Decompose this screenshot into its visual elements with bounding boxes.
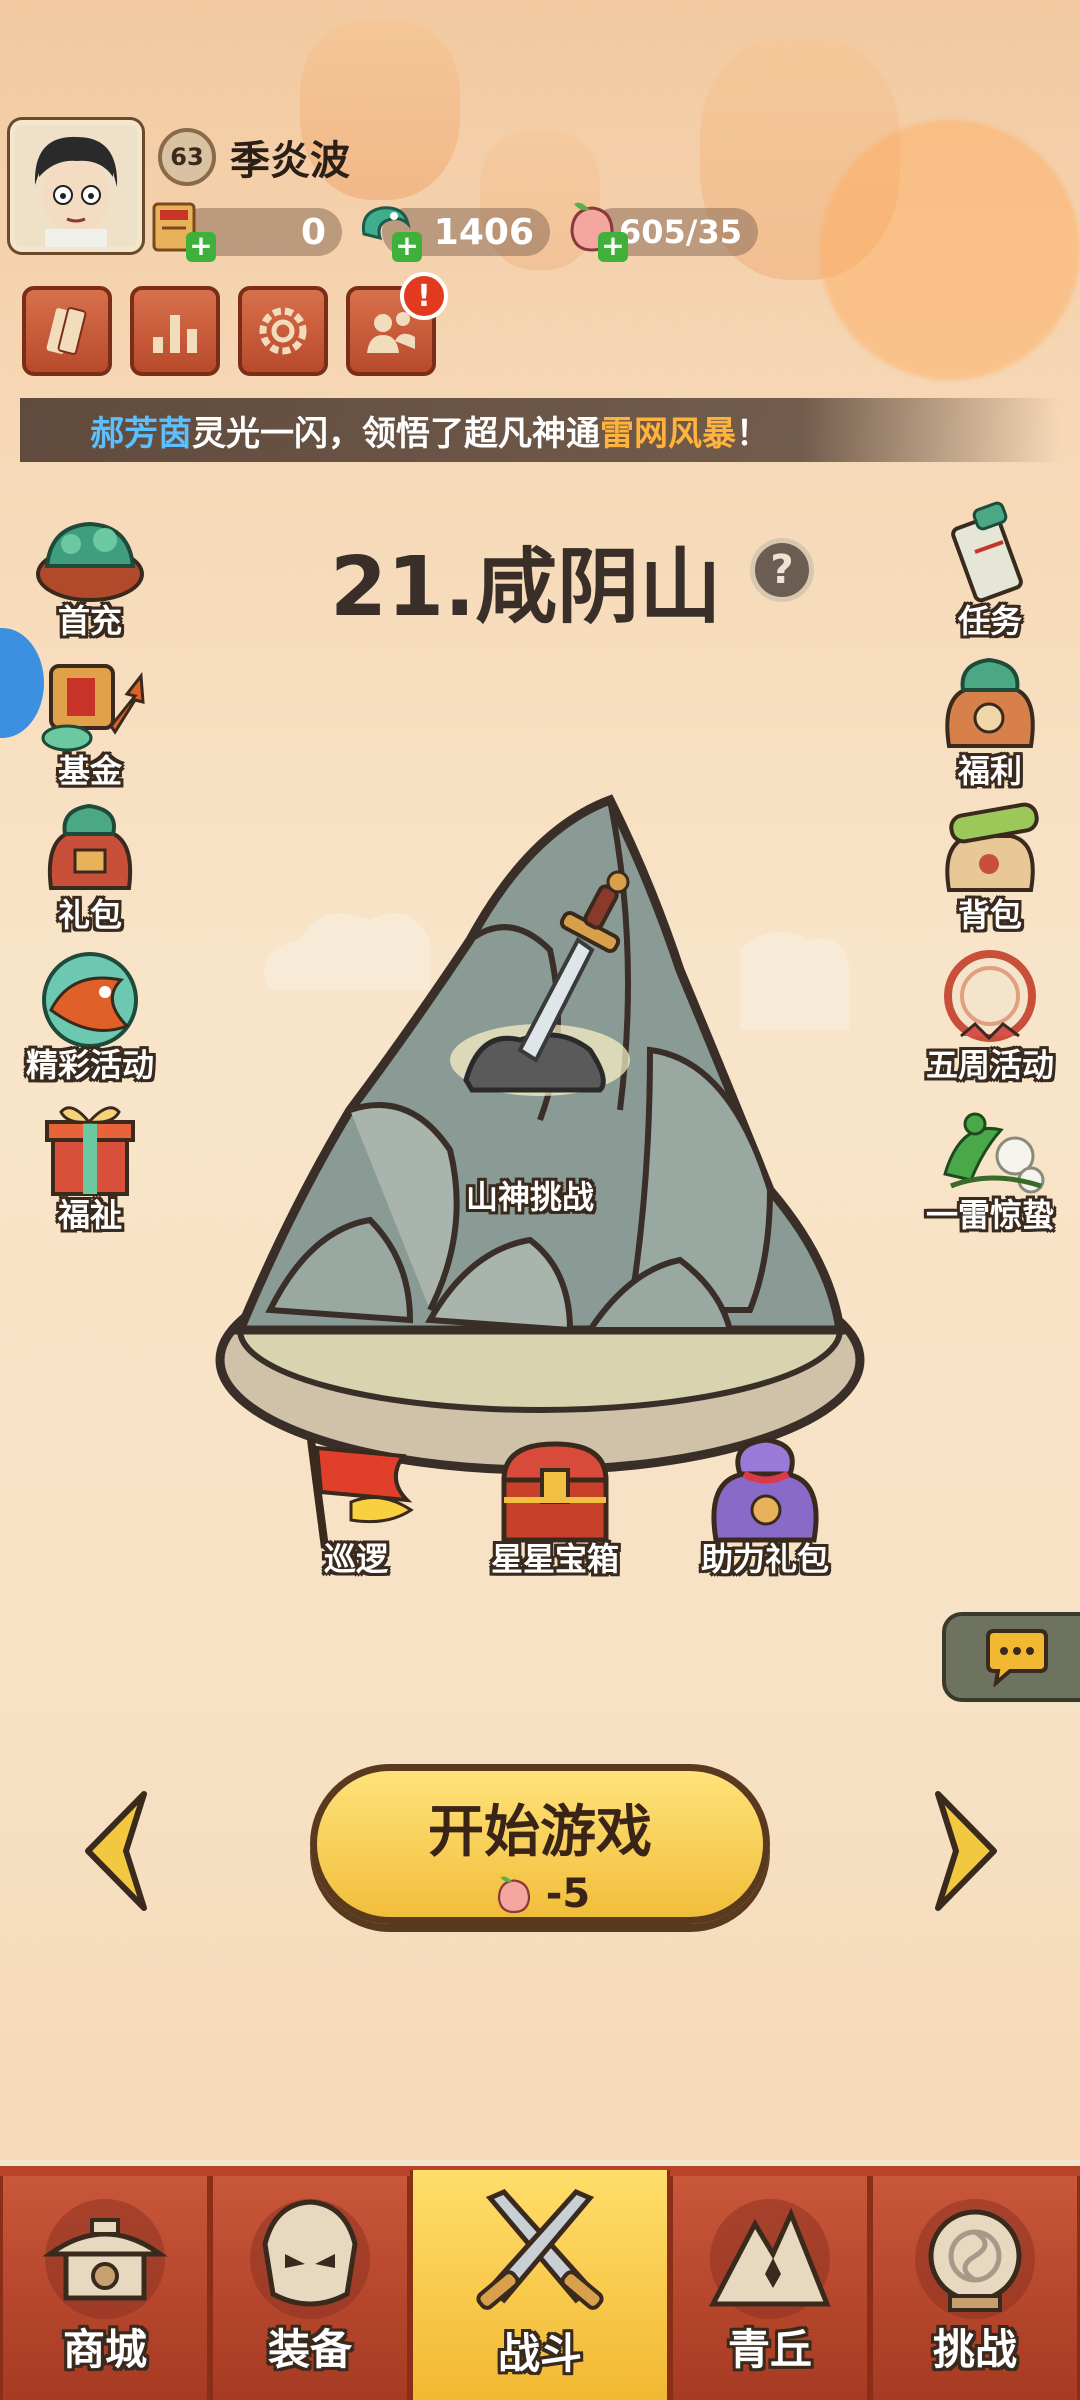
side-label-blessing: 福祉: [57, 1196, 122, 1234]
ticker-player: 郝芳茵: [90, 413, 192, 454]
side-label-events: 精彩活动: [25, 1046, 154, 1084]
side-label-backpack: 背包: [957, 896, 1022, 934]
side-button-anniversary[interactable]: 五周活动: [910, 940, 1070, 1086]
player-level-badge: 63: [158, 128, 216, 186]
nav-tab-shop[interactable]: 商城: [0, 2176, 210, 2400]
side-label-fund: 基金: [57, 752, 122, 790]
side-label-welfare: 福利: [957, 752, 1022, 790]
stage-item-support-bag[interactable]: 助力礼包: [680, 1430, 850, 1580]
side-label-spring-thunder: 一雷惊蛰: [925, 1196, 1054, 1234]
nav-tab-qingqiu[interactable]: 青丘: [670, 2176, 870, 2400]
background-glow: [820, 120, 1080, 380]
chat-bubble-icon: [986, 1629, 1048, 1687]
ticker-text: 灵光一闪，领悟了超凡神通: [192, 413, 600, 454]
side-button-gift-pack[interactable]: 礼包: [10, 790, 170, 936]
nav-label-battle: 战斗: [497, 2329, 582, 2378]
resource-tickets-value: 0: [300, 211, 326, 253]
side-label-first-charge: 首充: [57, 602, 122, 640]
nav-tab-equipment[interactable]: 装备: [210, 2176, 410, 2400]
chevron-right-icon: [935, 1791, 997, 1911]
challenge-icon: [900, 2184, 1050, 2334]
side-button-events[interactable]: 精彩活动: [10, 940, 170, 1086]
ticker-end: ！: [736, 413, 770, 454]
resource-jade-value: 1406: [433, 211, 534, 253]
rank-chart-icon: [153, 315, 197, 353]
shop-icon: [30, 2184, 180, 2334]
rank-button[interactable]: [130, 286, 220, 376]
side-button-fund[interactable]: 基金: [10, 646, 170, 792]
settings-button[interactable]: [238, 286, 328, 376]
side-button-quest[interactable]: 任务: [910, 496, 1070, 642]
side-label-gift-pack: 礼包: [57, 896, 122, 934]
stage-item-star-chest-label: 星星宝箱: [490, 1540, 619, 1578]
announcement-ticker: 郝芳茵 灵光一闪，领悟了超凡神通 雷网风暴 ！: [20, 398, 1060, 462]
prev-stage-button[interactable]: [78, 1786, 158, 1916]
battle-swords-icon: [460, 2178, 620, 2338]
equipment-icon: [235, 2184, 385, 2334]
qingqiu-mountain-icon: [695, 2184, 845, 2334]
side-button-blessing[interactable]: 福祉: [10, 1090, 170, 1236]
player-name: 季炎波: [230, 138, 350, 184]
side-label-anniversary: 五周活动: [925, 1046, 1054, 1084]
start-game-label: 开始游戏: [428, 1800, 652, 1865]
ticker-skill: 雷网风暴: [600, 413, 736, 454]
add-tickets-button[interactable]: +: [186, 232, 216, 262]
player-avatar[interactable]: [10, 120, 142, 252]
side-button-backpack[interactable]: 背包: [910, 790, 1070, 936]
add-stamina-button[interactable]: +: [598, 232, 628, 262]
start-game-button[interactable]: 开始游戏 -5: [310, 1764, 770, 1924]
peach-icon: [497, 1876, 530, 1914]
side-button-welfare[interactable]: 福利: [910, 646, 1070, 792]
help-text: ?: [770, 547, 794, 593]
settings-gear-icon: [259, 307, 307, 355]
nav-tab-battle[interactable]: 战斗: [410, 2170, 670, 2400]
stage-title: 21.咸阴山: [330, 540, 722, 635]
star-chest-icon: [501, 1441, 609, 1543]
stage-item-support-bag-label: 助力礼包: [700, 1540, 829, 1578]
next-stage-button[interactable]: [924, 1786, 1004, 1916]
chat-button[interactable]: [942, 1612, 1080, 1702]
start-cost: -5: [545, 1871, 591, 1917]
support-bag-icon: [711, 1437, 819, 1543]
tickets-button[interactable]: [22, 286, 112, 376]
add-jade-button[interactable]: +: [392, 232, 422, 262]
stage-mountain[interactable]: [210, 790, 870, 1530]
boss-challenge-label[interactable]: 山神挑战: [466, 1172, 594, 1218]
stage-item-patrol-label: 巡逻: [323, 1540, 388, 1578]
nav-tab-challenge[interactable]: 挑战: [870, 2176, 1080, 2400]
help-icon[interactable]: ?: [750, 538, 814, 602]
side-button-first-charge[interactable]: 首充: [10, 496, 170, 642]
friends-alert-badge: !: [400, 272, 448, 320]
side-button-spring-thunder[interactable]: 一雷惊蛰: [910, 1090, 1070, 1236]
chevron-left-icon: [85, 1791, 147, 1911]
patrol-flag-icon: [307, 1439, 414, 1549]
player-level: 63: [170, 143, 204, 171]
tickets-icon: [46, 307, 87, 355]
side-label-quest: 任务: [957, 602, 1022, 640]
stage-item-star-chest[interactable]: 星星宝箱: [470, 1430, 640, 1580]
stage-item-patrol[interactable]: 巡逻: [286, 1430, 426, 1580]
